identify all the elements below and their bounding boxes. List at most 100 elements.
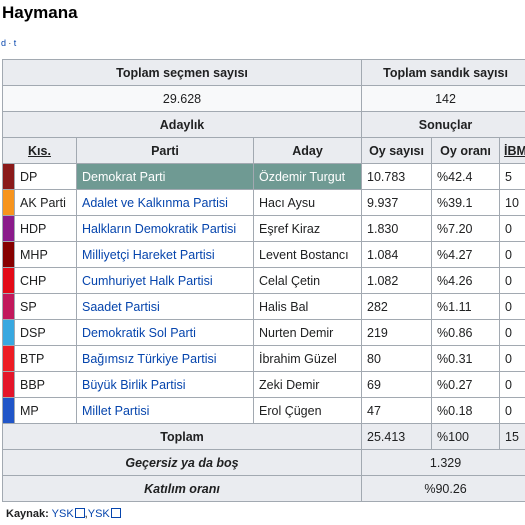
results-table: Toplam seçmen sayısı Toplam sandık sayıs… [1, 59, 525, 502]
abbr-header: Kıs. [2, 137, 77, 164]
ibm-count: 0 [499, 397, 525, 424]
total-ibm: 15 [499, 423, 525, 450]
party-link[interactable]: Saadet Partisi [82, 300, 160, 314]
invalid-label: Geçersiz ya da boş [1, 449, 363, 476]
party-color-swatch [2, 293, 15, 320]
party-color-swatch [2, 163, 15, 190]
votes-header: Oy sayısı [361, 137, 433, 164]
party-row: DSP Demokratik Sol Parti Nurten Demir 219 %0… [2, 319, 525, 346]
party-abbr: HDP [14, 215, 77, 242]
vote-pct: %42.4 [431, 163, 501, 190]
candidate-name: Zeki Demir [252, 371, 363, 398]
candidate-name: Erol Çügen [252, 397, 363, 424]
ibm-count: 10 [499, 189, 525, 216]
party-name: Adalet ve Kalkınma Partisi [76, 189, 254, 216]
results-header: Sonuçlar [361, 111, 525, 138]
total-label: Toplam [1, 423, 363, 450]
turnout-label: Katılım oranı [1, 475, 363, 502]
ibm-count: 0 [499, 293, 525, 320]
party-name: Cumhuriyet Halk Partisi [76, 267, 254, 294]
separator-dot: · [8, 39, 12, 48]
vote-count: 282 [361, 293, 433, 320]
source-link-ysk-2[interactable]: YSK [88, 508, 110, 520]
vote-count: 80 [361, 345, 433, 372]
party-link[interactable]: Adalet ve Kalkınma Partisi [82, 196, 228, 210]
voters-value: 29.628 [1, 85, 363, 112]
candidate-name: Nurten Demir [252, 319, 363, 346]
party-name: Saadet Partisi [76, 293, 254, 320]
party-abbr: CHP [14, 267, 77, 294]
party-link[interactable]: Bağımsız Türkiye Partisi [82, 352, 217, 366]
turnout-value: %90.26 [361, 475, 525, 502]
boxes-header: Toplam sandık sayısı [361, 59, 525, 86]
party-abbr: AK Parti [14, 189, 77, 216]
vote-count: 1.830 [361, 215, 433, 242]
vote-count: 9.937 [361, 189, 433, 216]
ibm-count: 0 [499, 345, 525, 372]
ibm-header: İBM [499, 137, 525, 164]
party-name: Bağımsız Türkiye Partisi [76, 345, 254, 372]
candidate-name: Celal Çetin [252, 267, 363, 294]
candidate-name: Eşref Kiraz [252, 215, 363, 242]
party-row: SP Saadet Partisi Halis Bal 282 %1.11 0 [2, 293, 525, 320]
party-abbr: MP [14, 397, 77, 424]
talk-link[interactable]: t [14, 38, 17, 48]
vote-pct: %0.31 [431, 345, 501, 372]
total-votes: 25.413 [361, 423, 433, 450]
page-title: Haymana [2, 3, 78, 22]
invalid-value: 1.329 [361, 449, 525, 476]
party-row: AK Parti Adalet ve Kalkınma Partisi Hacı A… [2, 189, 525, 216]
party-header: Parti [76, 137, 254, 164]
vote-pct: %4.27 [431, 241, 501, 268]
party-link[interactable]: Demokrat Parti [82, 170, 165, 184]
source-line: Kaynak: YSK ,YSK [6, 507, 121, 520]
candidate-name: Özdemir Turgut [252, 163, 363, 190]
party-color-swatch [2, 319, 15, 346]
party-link[interactable]: Halkların Demokratik Partisi [82, 222, 236, 236]
party-link[interactable]: Demokratik Sol Parti [82, 326, 196, 340]
ibm-count: 0 [499, 241, 525, 268]
external-link-icon [74, 508, 85, 518]
party-link[interactable]: Cumhuriyet Halk Partisi [82, 274, 213, 288]
vote-pct: %0.86 [431, 319, 501, 346]
candidacy-header: Adaylık [1, 111, 363, 138]
party-link[interactable]: Milliyetçi Hareket Partisi [82, 248, 215, 262]
vote-count: 69 [361, 371, 433, 398]
vote-count: 10.783 [361, 163, 433, 190]
party-name: Millet Partisi [76, 397, 254, 424]
view-link[interactable]: d [1, 38, 6, 48]
ibm-count: 0 [499, 319, 525, 346]
party-row: CHP Cumhuriyet Halk Partisi Celal Çetin 1.0… [2, 267, 525, 294]
party-name: Demokrat Parti [76, 163, 254, 190]
candidate-name: Hacı Aysu [252, 189, 363, 216]
party-link[interactable]: Büyük Birlik Partisi [82, 378, 186, 392]
party-row: BBP Büyük Birlik Partisi Zeki Demir 69 %0.27… [2, 371, 525, 398]
party-row: MP Millet Partisi Erol Çügen 47 %0.18 0 [2, 397, 525, 424]
navbox-links: d · t [1, 38, 16, 48]
party-name: Demokratik Sol Parti [76, 319, 254, 346]
ibm-count: 5 [499, 163, 525, 190]
candidate-name: Halis Bal [252, 293, 363, 320]
party-color-swatch [2, 267, 15, 294]
source-link-ysk-1[interactable]: YSK [52, 508, 74, 520]
vote-pct: %0.27 [431, 371, 501, 398]
party-name: Halkların Demokratik Partisi [76, 215, 254, 242]
ibm-count: 0 [499, 267, 525, 294]
vote-count: 1.084 [361, 241, 433, 268]
vote-count: 1.082 [361, 267, 433, 294]
party-color-swatch [2, 189, 15, 216]
party-abbr: BTP [14, 345, 77, 372]
source-label: Kaynak: [6, 508, 49, 520]
candidate-name: Levent Bostancı [252, 241, 363, 268]
party-abbr: DSP [14, 319, 77, 346]
candidate-name: İbrahim Güzel [252, 345, 363, 372]
vote-pct: %7.20 [431, 215, 501, 242]
party-name: Milliyetçi Hareket Partisi [76, 241, 254, 268]
ibm-count: 0 [499, 371, 525, 398]
vote-pct: %4.26 [431, 267, 501, 294]
party-link[interactable]: Millet Partisi [82, 404, 149, 418]
party-abbr: SP [14, 293, 77, 320]
party-color-swatch [2, 397, 15, 424]
party-abbr: MHP [14, 241, 77, 268]
party-name: Büyük Birlik Partisi [76, 371, 254, 398]
